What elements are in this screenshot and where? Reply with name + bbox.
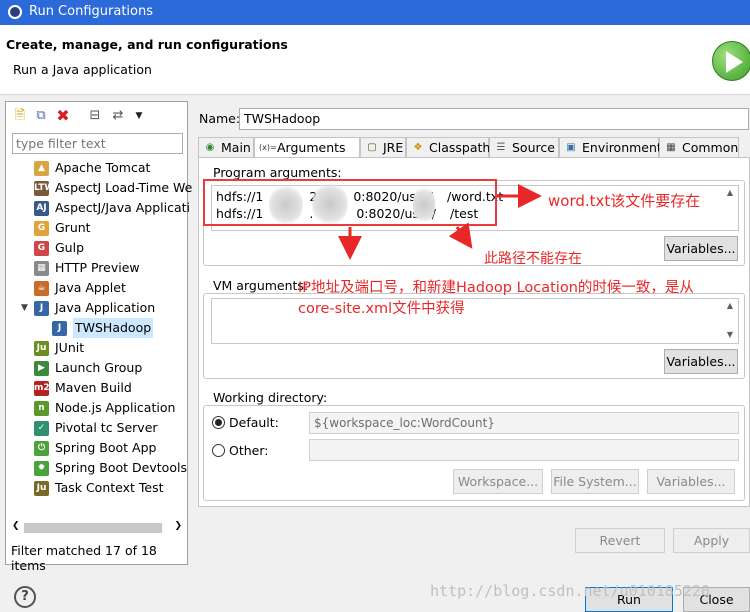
- annotation-note-ip-line1: IP地址及端口号，和新建Hadoop Location的时候一致，是从: [298, 280, 694, 296]
- annotation-arrow-diagonal: [448, 222, 473, 249]
- annotation-note-ip-line2: core-site.xml文件中获得: [298, 301, 465, 317]
- annotation-note-path: 此路径不能存在: [484, 251, 582, 267]
- annotation-note-word-txt: word.txt该文件要存在: [548, 192, 701, 210]
